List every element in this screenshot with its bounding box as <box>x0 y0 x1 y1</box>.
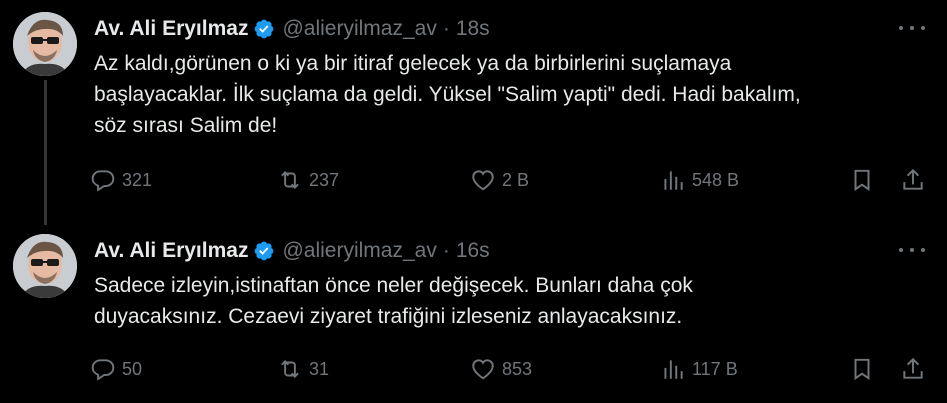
display-name[interactable]: Av. Ali Eryılmaz <box>94 239 248 263</box>
share-button[interactable] <box>900 165 926 195</box>
avatar[interactable] <box>13 12 77 76</box>
avatar[interactable] <box>13 234 77 298</box>
views-chart-icon <box>664 360 683 379</box>
retweet-count: 31 <box>309 358 330 379</box>
like-count: 2 B <box>502 169 530 190</box>
bookmark-button[interactable] <box>849 165 875 195</box>
views-button[interactable]: 548 B <box>660 165 739 195</box>
reply-button[interactable]: 321 <box>90 165 152 195</box>
bookmark-icon <box>854 358 870 381</box>
views-count: 548 B <box>692 169 740 190</box>
heart-icon <box>472 359 494 380</box>
verified-badge-icon[interactable] <box>253 18 275 40</box>
handle[interactable]: @alieryilmaz_av <box>282 17 436 41</box>
more-options-icon[interactable] <box>899 18 925 38</box>
tweet-header: Av. Ali Eryılmaz @alieryilmaz_av · 16s <box>94 238 490 264</box>
reply-count: 321 <box>122 169 153 190</box>
handle[interactable]: @alieryilmaz_av <box>282 239 436 263</box>
verified-badge-icon[interactable] <box>253 240 275 262</box>
reply-icon <box>91 359 115 381</box>
retweet-icon <box>281 171 299 189</box>
bookmark-icon <box>854 169 870 192</box>
timestamp[interactable]: 18s <box>456 17 490 41</box>
share-button[interactable] <box>900 354 926 384</box>
retweet-icon <box>281 360 299 378</box>
tweet-header: Av. Ali Eryılmaz @alieryilmaz_av · 18s <box>94 16 490 42</box>
like-button[interactable]: 853 <box>470 354 532 384</box>
reply-count: 50 <box>122 358 143 379</box>
reply-icon <box>91 170 115 192</box>
display-name[interactable]: Av. Ali Eryılmaz <box>94 17 248 41</box>
tweet-text: Sadece izleyin,istinaftan önce neler değ… <box>94 274 693 328</box>
bookmark-button[interactable] <box>849 354 875 384</box>
like-count: 853 <box>502 358 533 379</box>
tweet[interactable]: Av. Ali Eryılmaz @alieryilmaz_av · 18s A… <box>0 0 947 225</box>
like-button[interactable]: 2 B <box>470 165 529 195</box>
thread-line <box>44 80 47 225</box>
timestamp[interactable]: 16s <box>456 239 490 263</box>
heart-icon <box>472 170 494 191</box>
retweet-button[interactable]: 31 <box>277 354 329 384</box>
tweet-text: Az kaldı,görünen o ki ya bir itiraf gele… <box>94 52 801 137</box>
views-count: 117 B <box>692 358 738 379</box>
separator: · <box>442 239 450 262</box>
tweet[interactable]: Av. Ali Eryılmaz @alieryilmaz_av · 16s S… <box>0 222 947 403</box>
separator: · <box>442 17 450 40</box>
views-chart-icon <box>664 171 683 190</box>
share-icon <box>903 168 923 190</box>
retweet-count: 237 <box>309 169 340 190</box>
more-options-icon[interactable] <box>899 240 925 260</box>
retweet-button[interactable]: 237 <box>277 165 339 195</box>
reply-button[interactable]: 50 <box>90 354 142 384</box>
tweet-actions: 50 31 853 117 B <box>90 354 930 384</box>
avatar-image <box>13 12 77 76</box>
avatar-image <box>13 234 77 298</box>
share-icon <box>903 357 923 379</box>
views-button[interactable]: 117 B <box>660 354 738 384</box>
tweet-actions: 321 237 2 B 548 B <box>90 165 930 195</box>
